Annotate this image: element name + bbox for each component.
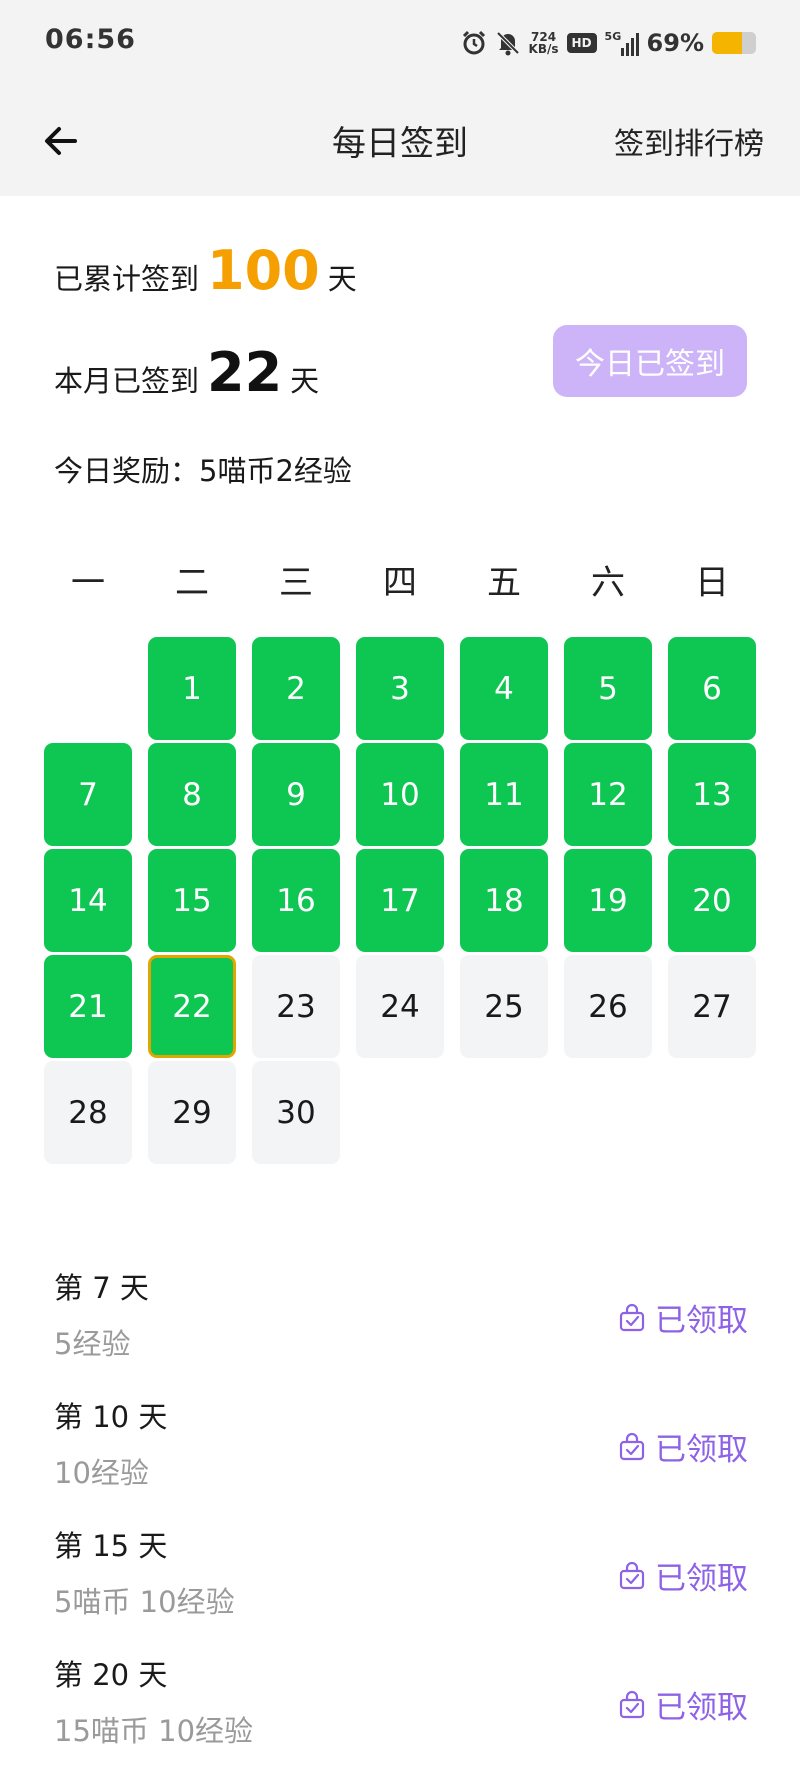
calendar-day[interactable]: 24 xyxy=(356,955,444,1058)
bell-off-icon xyxy=(495,30,521,56)
battery-percent: 69% xyxy=(646,29,704,57)
calendar-day[interactable]: 18 xyxy=(460,849,548,952)
calendar-day[interactable]: 21 xyxy=(44,955,132,1058)
month-checkin-row: 本月已签到 22 天 xyxy=(54,346,319,400)
reward-title: 第 7 天 xyxy=(54,1271,149,1305)
reward-item: 第 7 天 5经验 已领取 xyxy=(0,1245,800,1374)
hd-icon: HD xyxy=(566,33,597,53)
calendar-day[interactable]: 27 xyxy=(668,955,756,1058)
reward-item: 第 20 天 15喵币 10经验 已领取 xyxy=(0,1632,800,1761)
reward-title: 第 15 天 xyxy=(54,1529,168,1563)
calendar-day[interactable]: 16 xyxy=(252,849,340,952)
gift-bag-check-icon xyxy=(617,1561,647,1591)
calendar-day[interactable]: 30 xyxy=(252,1061,340,1164)
weekday-label: 一 xyxy=(71,563,105,603)
calendar-day[interactable]: 8 xyxy=(148,743,236,846)
calendar-day[interactable]: 25 xyxy=(460,955,548,1058)
weekday-label: 二 xyxy=(175,563,209,603)
reward-status-label: 已领取 xyxy=(655,1432,748,1468)
calendar-day[interactable]: 19 xyxy=(564,849,652,952)
calendar-day[interactable]: 5 xyxy=(564,637,652,740)
calendar-day[interactable]: 29 xyxy=(148,1061,236,1164)
month-suffix: 天 xyxy=(290,364,320,398)
calendar-day[interactable]: 23 xyxy=(252,955,340,1058)
reward-item: 第 15 天 5喵币 10经验 已领取 xyxy=(0,1503,800,1632)
today-reward-label: 今日奖励： xyxy=(54,454,200,488)
calendar-day[interactable]: 13 xyxy=(668,743,756,846)
signal-icon: 5G xyxy=(605,30,639,56)
alarm-icon xyxy=(461,30,487,56)
weekday-label: 日 xyxy=(695,563,729,603)
gift-bag-check-icon xyxy=(617,1690,647,1720)
reward-claimed-button[interactable]: 已领取 xyxy=(617,1553,748,1598)
calendar-day[interactable]: 10 xyxy=(356,743,444,846)
weekday-header: 一二三四五六日 xyxy=(44,555,756,605)
reward-desc: 5喵币 10经验 xyxy=(54,1585,235,1619)
calendar-day[interactable]: 2 xyxy=(252,637,340,740)
total-days: 100 xyxy=(207,239,320,302)
reward-claimed-button[interactable]: 已领取 xyxy=(617,1424,748,1469)
month-prefix: 本月已签到 xyxy=(54,364,200,398)
calendar-day[interactable]: 15 xyxy=(148,849,236,952)
month-days: 22 xyxy=(207,341,283,404)
gift-bag-check-icon xyxy=(617,1432,647,1462)
reward-claimed-button[interactable]: 已领取 xyxy=(617,1295,748,1340)
calendar-day[interactable]: 9 xyxy=(252,743,340,846)
calendar-day[interactable]: 6 xyxy=(668,637,756,740)
status-time: 06:56 xyxy=(45,24,136,55)
calendar-day[interactable]: 1 xyxy=(148,637,236,740)
reward-status-label: 已领取 xyxy=(655,1690,748,1726)
calendar-day[interactable]: 12 xyxy=(564,743,652,846)
reward-status-label: 已领取 xyxy=(655,1303,748,1339)
net-speed: 724 KB/s xyxy=(529,31,559,55)
calendar-grid: 1 2 3 4 5 6 7 8 9 10 11 12 13 14 15 16 17 18 19 20 21 22 23 24 2… xyxy=(44,637,756,1217)
reward-title: 第 10 天 xyxy=(54,1400,168,1434)
calendar-day[interactable]: 4 xyxy=(460,637,548,740)
reward-desc: 15喵币 10经验 xyxy=(54,1714,254,1748)
battery-icon xyxy=(712,32,756,54)
today-reward-value: 5喵币2经验 xyxy=(199,454,352,488)
reward-title: 第 20 天 xyxy=(54,1658,168,1692)
calendar-day[interactable]: 11 xyxy=(460,743,548,846)
calendar-day[interactable]: 3 xyxy=(356,637,444,740)
weekday-label: 三 xyxy=(279,563,313,603)
calendar-day[interactable]: 7 xyxy=(44,743,132,846)
status-bar: 06:56 724 KB/s HD 5G 69% xyxy=(0,0,800,86)
reward-item: 第 10 天 10经验 已领取 xyxy=(0,1374,800,1503)
network-label: 5G xyxy=(604,30,622,43)
calendar-day-today[interactable]: 22 xyxy=(148,955,236,1058)
calendar-day[interactable]: 17 xyxy=(356,849,444,952)
nav-bar: 每日签到 签到排行榜 xyxy=(0,86,800,196)
calendar-day[interactable]: 28 xyxy=(44,1061,132,1164)
weekday-label: 四 xyxy=(383,563,417,603)
reward-desc: 10经验 xyxy=(54,1456,149,1490)
checkin-button[interactable]: 今日已签到 xyxy=(553,325,747,397)
total-prefix: 已累计签到 xyxy=(54,262,200,296)
gift-bag-check-icon xyxy=(617,1303,647,1333)
calendar-day[interactable]: 20 xyxy=(668,849,756,952)
weekday-label: 五 xyxy=(487,563,521,603)
weekday-label: 六 xyxy=(591,563,625,603)
reward-status-label: 已领取 xyxy=(655,1561,748,1597)
calendar-day[interactable]: 26 xyxy=(564,955,652,1058)
reward-claimed-button[interactable]: 已领取 xyxy=(617,1682,748,1727)
today-reward-row: 今日奖励：5喵币2经验 xyxy=(54,448,352,490)
total-suffix: 天 xyxy=(327,262,357,296)
net-speed-unit: KB/s xyxy=(528,42,559,56)
total-checkin-row: 已累计签到 100 天 xyxy=(54,244,357,298)
ranking-link[interactable]: 签到排行榜 xyxy=(614,119,764,163)
status-icons: 724 KB/s HD 5G 69% xyxy=(461,26,756,60)
reward-desc: 5经验 xyxy=(54,1327,131,1361)
calendar-day[interactable]: 14 xyxy=(44,849,132,952)
